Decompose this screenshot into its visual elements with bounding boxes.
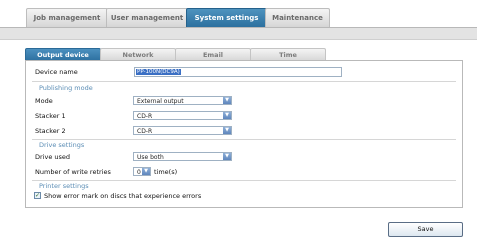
- device-name-label: Device name: [35, 68, 78, 76]
- error-mark-label: Show error mark on discs that experience…: [44, 192, 202, 200]
- chevron-down-icon: ▼: [142, 168, 150, 175]
- device-name-input[interactable]: PP-100N(DC9A): [134, 67, 342, 77]
- tab-maintenance[interactable]: Maintenance: [265, 8, 330, 28]
- chevron-down-icon: ▼: [223, 153, 231, 160]
- error-mark-checkbox[interactable]: ✓: [34, 192, 41, 199]
- tab-user-management[interactable]: User management: [106, 8, 188, 28]
- drive-used-value: Use both: [137, 154, 164, 161]
- stacker2-select[interactable]: CD-R ▼: [133, 126, 232, 135]
- mode-value: External output: [137, 98, 184, 105]
- chevron-down-icon: ▼: [223, 127, 231, 134]
- stacker1-label: Stacker 1: [35, 112, 66, 120]
- publishing-mode-title: Publishing mode: [39, 84, 93, 92]
- printer-settings-title: Printer settings: [39, 182, 89, 190]
- device-name-value: PP-100N(DC9A): [136, 69, 181, 75]
- write-retries-select[interactable]: 0 ▼: [133, 167, 151, 176]
- mode-label: Mode: [35, 97, 53, 105]
- stacker2-label: Stacker 2: [35, 127, 66, 135]
- mode-select[interactable]: External output ▼: [133, 96, 232, 105]
- drive-used-label: Drive used: [35, 153, 71, 161]
- drive-settings-title: Drive settings: [39, 141, 85, 149]
- tabbar-strip: [0, 27, 477, 40]
- chevron-down-icon: ▼: [223, 112, 231, 119]
- drive-used-select[interactable]: Use both ▼: [133, 152, 232, 161]
- divider: [32, 139, 456, 140]
- write-retries-value: 0: [137, 169, 141, 176]
- write-retries-label: Number of write retries: [35, 168, 111, 176]
- tab-job-management[interactable]: Job management: [26, 8, 108, 28]
- save-button[interactable]: Save: [388, 222, 463, 237]
- stacker2-value: CD-R: [137, 128, 153, 135]
- stacker1-value: CD-R: [137, 113, 153, 120]
- chevron-down-icon: ▼: [223, 97, 231, 104]
- tab-system-settings[interactable]: System settings: [186, 8, 267, 28]
- divider: [32, 180, 456, 181]
- main-tabbar: Job management User management System se…: [0, 8, 477, 28]
- output-device-panel: Device name PP-100N(DC9A) Publishing mod…: [25, 60, 463, 208]
- divider: [32, 81, 456, 82]
- write-retries-unit: time(s): [154, 168, 178, 176]
- stacker1-select[interactable]: CD-R ▼: [133, 111, 232, 120]
